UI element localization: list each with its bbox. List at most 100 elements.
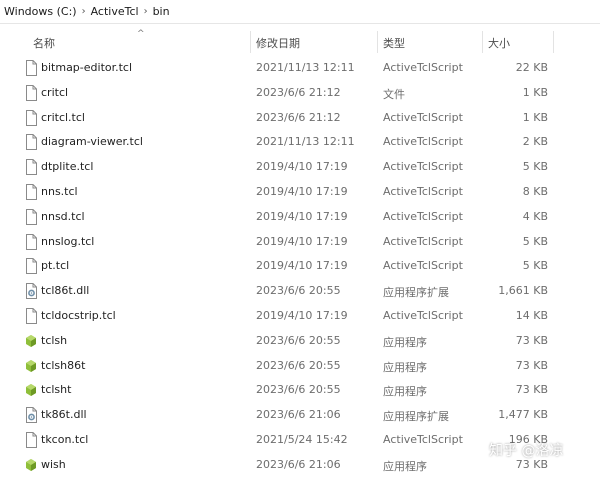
file-size: 73 KB <box>515 383 548 397</box>
column-size-header[interactable]: 大小 <box>488 35 510 51</box>
file-row[interactable]: critcl.tcl 2023/6/6 21:12 ActiveTclScript 1… <box>0 106 600 131</box>
file-name: critcl.tcl <box>41 110 85 124</box>
file-modified-date: 2023/6/6 21:06 <box>256 457 341 471</box>
breadcrumb: Windows (C:) › ActiveTcl › bin <box>0 0 600 24</box>
column-divider[interactable] <box>482 31 483 53</box>
column-divider[interactable] <box>250 31 251 53</box>
column-date-header[interactable]: 修改日期 <box>256 35 300 51</box>
file-modified-date: 2019/4/10 17:19 <box>256 234 348 248</box>
file-name: tclsh <box>41 333 68 347</box>
file-row[interactable]: tclsht 2023/6/6 20:55 应用程序 73 KB <box>0 378 600 403</box>
dll-icon <box>26 407 37 424</box>
file-name: dtplite.tcl <box>41 160 94 174</box>
column-name-header[interactable]: 名称 <box>33 35 55 51</box>
breadcrumb-item[interactable]: ActiveTcl <box>91 5 139 18</box>
file-icon <box>26 258 37 275</box>
file-size: 5 KB <box>522 234 548 248</box>
file-type: ActiveTclScript <box>383 135 463 149</box>
dll-icon <box>26 283 37 300</box>
file-icon <box>26 84 37 101</box>
file-modified-date: 2019/4/10 17:19 <box>256 160 348 174</box>
file-modified-date: 2021/11/13 12:11 <box>256 135 355 149</box>
file-modified-date: 2023/6/6 21:06 <box>256 408 341 422</box>
file-name: diagram-viewer.tcl <box>41 135 143 149</box>
exe-icon <box>26 458 36 471</box>
exe-icon <box>26 384 36 397</box>
file-size: 1 KB <box>522 110 548 124</box>
file-name: bitmap-editor.tcl <box>41 61 133 74</box>
file-size: 14 KB <box>515 308 548 322</box>
file-icon <box>26 159 37 176</box>
file-row[interactable]: tclsh86t 2023/6/6 20:55 应用程序 73 KB <box>0 354 600 379</box>
file-modified-date: 2019/4/10 17:19 <box>256 209 348 223</box>
file-type: 应用程序 <box>383 360 427 374</box>
column-type-header[interactable]: 类型 <box>383 35 405 51</box>
file-type: ActiveTclScript <box>383 234 463 248</box>
file-type: ActiveTclScript <box>383 160 463 174</box>
exe-icon <box>26 359 36 372</box>
file-row[interactable]: diagram-viewer.tcl 2021/11/13 12:11 Active… <box>0 130 600 155</box>
file-type: 应用程序扩展 <box>383 286 449 300</box>
file-modified-date: 2019/4/10 17:19 <box>256 184 348 198</box>
file-name: nnsd.tcl <box>41 209 85 223</box>
file-row[interactable]: bitmap-editor.tcl 2021/11/13 12:11 ActiveT… <box>0 56 600 81</box>
file-icon <box>26 183 37 200</box>
file-icon <box>26 109 37 126</box>
file-name: wish <box>41 457 66 471</box>
file-row[interactable]: nnsd.tcl 2019/4/10 17:19 ActiveTclScript 4 … <box>0 205 600 230</box>
file-list: bitmap-editor.tcl 2021/11/13 12:11 ActiveT… <box>0 56 600 478</box>
chevron-right-icon[interactable]: › <box>82 6 86 17</box>
file-row[interactable]: tcl86t.dll 2023/6/6 20:55 应用程序扩展 1,661 KB <box>0 279 600 304</box>
file-row[interactable]: critcl 2023/6/6 21:12 文件 1 KB <box>0 81 600 106</box>
file-name: tk86t.dll <box>41 408 87 422</box>
file-type: ActiveTclScript <box>383 308 463 322</box>
file-icon <box>26 307 37 324</box>
file-size: 5 KB <box>522 259 548 273</box>
file-modified-date: 2021/11/13 12:11 <box>256 61 355 74</box>
breadcrumb-item[interactable]: Windows (C:) <box>4 5 77 18</box>
file-row[interactable]: tcldocstrip.tcl 2019/4/10 17:19 ActiveTclS… <box>0 304 600 329</box>
file-type: 应用程序 <box>383 459 427 473</box>
file-row[interactable]: nnslog.tcl 2019/4/10 17:19 ActiveTclScript… <box>0 230 600 255</box>
file-size: 4 KB <box>522 209 548 223</box>
file-size: 1 KB <box>522 85 548 99</box>
file-icon <box>26 134 37 151</box>
chevron-right-icon[interactable]: › <box>144 6 148 17</box>
column-divider[interactable] <box>553 31 554 53</box>
file-modified-date: 2023/6/6 20:55 <box>256 383 341 397</box>
sort-ascending-icon: ^ <box>137 29 145 39</box>
breadcrumb-item[interactable]: bin <box>153 5 170 18</box>
file-name: tclsh86t <box>41 358 86 372</box>
file-name: tcldocstrip.tcl <box>41 308 116 322</box>
file-type: ActiveTclScript <box>383 184 463 198</box>
file-icon <box>26 431 37 448</box>
file-modified-date: 2021/5/24 15:42 <box>256 432 348 446</box>
file-type: ActiveTclScript <box>383 259 463 273</box>
file-row[interactable]: pt.tcl 2019/4/10 17:19 ActiveTclScript 5 KB <box>0 254 600 279</box>
file-name: nnslog.tcl <box>41 234 95 248</box>
file-name: tkcon.tcl <box>41 432 89 446</box>
file-modified-date: 2023/6/6 20:55 <box>256 358 341 372</box>
file-type: ActiveTclScript <box>383 110 463 124</box>
file-modified-date: 2023/6/6 20:55 <box>256 284 341 298</box>
file-modified-date: 2023/6/6 21:12 <box>256 110 341 124</box>
file-type: ActiveTclScript <box>383 432 463 446</box>
file-size: 73 KB <box>515 333 548 347</box>
file-row[interactable]: dtplite.tcl 2019/4/10 17:19 ActiveTclScrip… <box>0 155 600 180</box>
file-row[interactable]: tclsh 2023/6/6 20:55 应用程序 73 KB <box>0 329 600 354</box>
file-type: ActiveTclScript <box>383 61 463 74</box>
file-row[interactable]: nns.tcl 2019/4/10 17:19 ActiveTclScript 8 K… <box>0 180 600 205</box>
file-name: critcl <box>41 85 69 99</box>
file-modified-date: 2019/4/10 17:19 <box>256 259 348 273</box>
column-divider[interactable] <box>377 31 378 53</box>
file-type: ActiveTclScript <box>383 209 463 223</box>
file-modified-date: 2019/4/10 17:19 <box>256 308 348 322</box>
file-name: tcl86t.dll <box>41 284 90 298</box>
file-name: tclsht <box>41 383 72 397</box>
file-size: 2 KB <box>522 135 548 149</box>
file-size: 1,477 KB <box>498 408 548 422</box>
file-size: 1,661 KB <box>498 284 548 298</box>
file-size: 5 KB <box>522 160 548 174</box>
file-name: pt.tcl <box>41 259 70 273</box>
file-row[interactable]: tk86t.dll 2023/6/6 21:06 应用程序扩展 1,477 KB <box>0 403 600 428</box>
